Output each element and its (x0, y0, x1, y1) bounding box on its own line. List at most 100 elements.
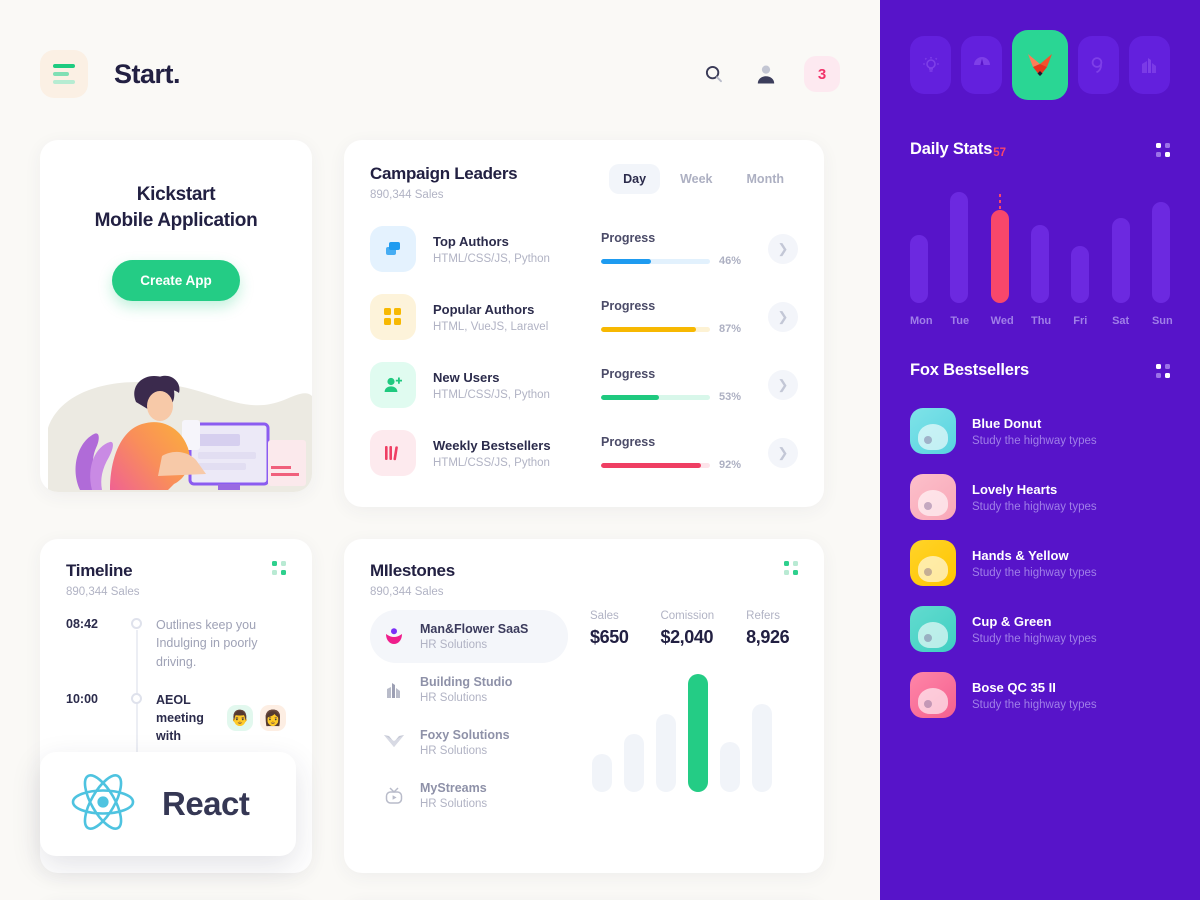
campaign-row-meta: Weekly Bestsellers HTML/CSS/JS, Python (433, 438, 601, 469)
campaign-row-name: Weekly Bestsellers (433, 437, 551, 453)
notification-badge[interactable]: 3 (804, 56, 840, 92)
campaign-row-progress: Progress 92% (601, 435, 741, 471)
milestones-subtitle: 890,344 Sales (370, 586, 444, 598)
fox-icon[interactable] (1012, 30, 1068, 100)
progress-bar (601, 462, 710, 468)
stat-label: Refers (746, 610, 781, 622)
arc-icon[interactable] (961, 36, 1003, 94)
grid-dots-icon[interactable] (1156, 142, 1170, 157)
milestone-company-row[interactable]: MyStreams HR Solutions (370, 769, 568, 822)
daily-stats-bar-wrap (950, 181, 969, 303)
search-icon[interactable] (700, 60, 728, 88)
milestone-bar (624, 734, 644, 792)
milestones-header: MIlestones 890,344 Sales (370, 561, 798, 598)
campaign-list: Top Authors HTML/CSS/JS, Python Progress 46… (370, 215, 798, 487)
create-app-button[interactable]: Create App (112, 260, 240, 302)
daily-stats-bar (990, 210, 1009, 303)
milestone-stat: Refers 8,926 (746, 610, 789, 648)
progress-label: Progress (601, 299, 656, 313)
timeline-dot (131, 618, 142, 629)
user-plus-icon (370, 362, 416, 408)
bestseller-sub: Study the highway types (972, 632, 1097, 645)
campaign-row-desc: HTML/CSS/JS, Python (433, 252, 550, 265)
milestone-company-row[interactable]: Man&Flower SaaS HR Solutions (370, 610, 568, 663)
grid-dots-icon[interactable] (272, 561, 286, 575)
kickstart-card: Kickstart Mobile Application Create App (40, 140, 312, 492)
daily-stats-day-label: Thu (1030, 315, 1052, 327)
hamburger-menu-icon[interactable] (40, 50, 88, 98)
building-icon[interactable] (1128, 36, 1170, 94)
timeline-item[interactable]: 10:00 AEOL meeting with 👨 👩 (66, 691, 286, 746)
chevron-right-icon[interactable]: ❯ (768, 438, 798, 468)
chevron-right-icon[interactable]: ❯ (768, 302, 798, 332)
bestseller-thumbnail (910, 672, 956, 718)
bestseller-sub: Study the highway types (972, 500, 1097, 513)
bestseller-name: Lovely Hearts (972, 481, 1058, 497)
milestone-company-row[interactable]: Foxy Solutions HR Solutions (370, 716, 568, 769)
timeline-item[interactable]: 08:42 Outlines keep you Indulging in poor… (66, 616, 286, 671)
campaign-row[interactable]: Weekly Bestsellers HTML/CSS/JS, Python Pro… (370, 419, 798, 487)
milestones-body: Man&Flower SaaS HR Solutions Building Stud… (370, 610, 798, 822)
campaign-leaders-card: Campaign Leaders 890,344 Sales Day Week … (344, 140, 824, 507)
bestseller-row[interactable]: Lovely Hearts Study the highway types (910, 464, 1170, 530)
books-icon (370, 430, 416, 476)
grid-squares-icon (370, 294, 416, 340)
bestseller-sub: Study the highway types (972, 434, 1097, 447)
campaign-row-meta: New Users HTML/CSS/JS, Python (433, 370, 601, 401)
stat-value: $2,040 (660, 627, 714, 647)
timeline-item-text: AEOL meeting with (156, 692, 204, 744)
main-content: Start. 3 Kickstart Mobile Application Cr… (0, 0, 880, 900)
daily-stats-day-label: Sat (1112, 315, 1130, 327)
tab-week[interactable]: Week (666, 164, 726, 194)
campaign-row-desc: HTML/CSS/JS, Python (433, 456, 550, 469)
tab-month[interactable]: Month (733, 164, 798, 194)
bestseller-row[interactable]: Cup & Green Study the highway types (910, 596, 1170, 662)
user-avatar-icon[interactable] (752, 60, 780, 88)
campaign-row-progress: Progress 46% (601, 231, 741, 267)
campaign-row-meta: Popular Authors HTML, VueJS, Laravel (433, 302, 601, 333)
timeline-title: Timeline (66, 561, 133, 580)
daily-stats-day-labels: Mon Tue Wed Thu Fri Sat Sun (910, 315, 1173, 327)
tab-day[interactable]: Day (609, 164, 661, 194)
daily-stats-bar-wrap: 57 (990, 147, 1009, 303)
campaign-row-name: Top Authors (433, 233, 509, 249)
campaign-row[interactable]: Top Authors HTML/CSS/JS, Python Progress 46… (370, 215, 798, 283)
bestsellers-header: Fox Bestsellers (910, 361, 1170, 380)
bestseller-row[interactable]: Blue Donut Study the highway types (910, 398, 1170, 464)
bestseller-row[interactable]: Bose QC 35 II Study the highway types (910, 662, 1170, 728)
campaign-row-progress: Progress 87% (601, 299, 741, 335)
daily-stats-bar (1111, 218, 1130, 303)
nine-icon[interactable] (1077, 36, 1119, 94)
stat-value: 8,926 (746, 627, 790, 647)
bestseller-row[interactable]: Hands & Yellow Study the highway types (910, 530, 1170, 596)
react-badge[interactable]: React (40, 752, 296, 856)
campaign-row-desc: HTML, VueJS, Laravel (433, 320, 549, 333)
milestone-company-row[interactable]: Building Studio HR Solutions (370, 663, 568, 716)
bestseller-name: Cup & Green (972, 613, 1052, 629)
man-avatar: 👨 (227, 705, 253, 732)
daily-stats-bar-wrap (910, 181, 928, 303)
daily-stats-day-label: Sun (1151, 315, 1173, 327)
bestseller-sub: Study the highway types (972, 566, 1097, 579)
milestone-bar (720, 742, 740, 792)
bulb-icon[interactable] (910, 36, 952, 94)
chevron-right-icon[interactable]: ❯ (768, 234, 798, 264)
daily-stats-peak-label: 57 (993, 147, 1007, 159)
progress-percent: 46% (718, 255, 741, 267)
milestone-company-name: Building Studio (420, 675, 513, 689)
grid-dots-icon[interactable] (1156, 363, 1170, 378)
react-label: React (162, 785, 250, 822)
grid-dots-icon[interactable] (784, 561, 798, 575)
daily-stats-bar (1151, 202, 1170, 303)
chevron-right-icon[interactable]: ❯ (768, 370, 798, 400)
campaign-row[interactable]: New Users HTML/CSS/JS, Python Progress 53% ❯ (370, 351, 798, 419)
daily-stats-bar (1030, 224, 1049, 303)
milestones-bar-chart (590, 672, 798, 792)
right-sidebar: Daily Stats 57 Mon Tue Wed Thu Fri Sat Sun Fox… (880, 0, 1200, 900)
progress-bar (601, 326, 710, 332)
daily-stats-day-label: Tue (950, 315, 970, 327)
milestone-stats: Sales $650 Comission $2,040 Refers 8,926 (568, 610, 798, 822)
milestone-bar (656, 714, 676, 792)
campaign-row[interactable]: Popular Authors HTML, VueJS, Laravel Progr… (370, 283, 798, 351)
milestone-company-name: MyStreams (420, 781, 487, 795)
